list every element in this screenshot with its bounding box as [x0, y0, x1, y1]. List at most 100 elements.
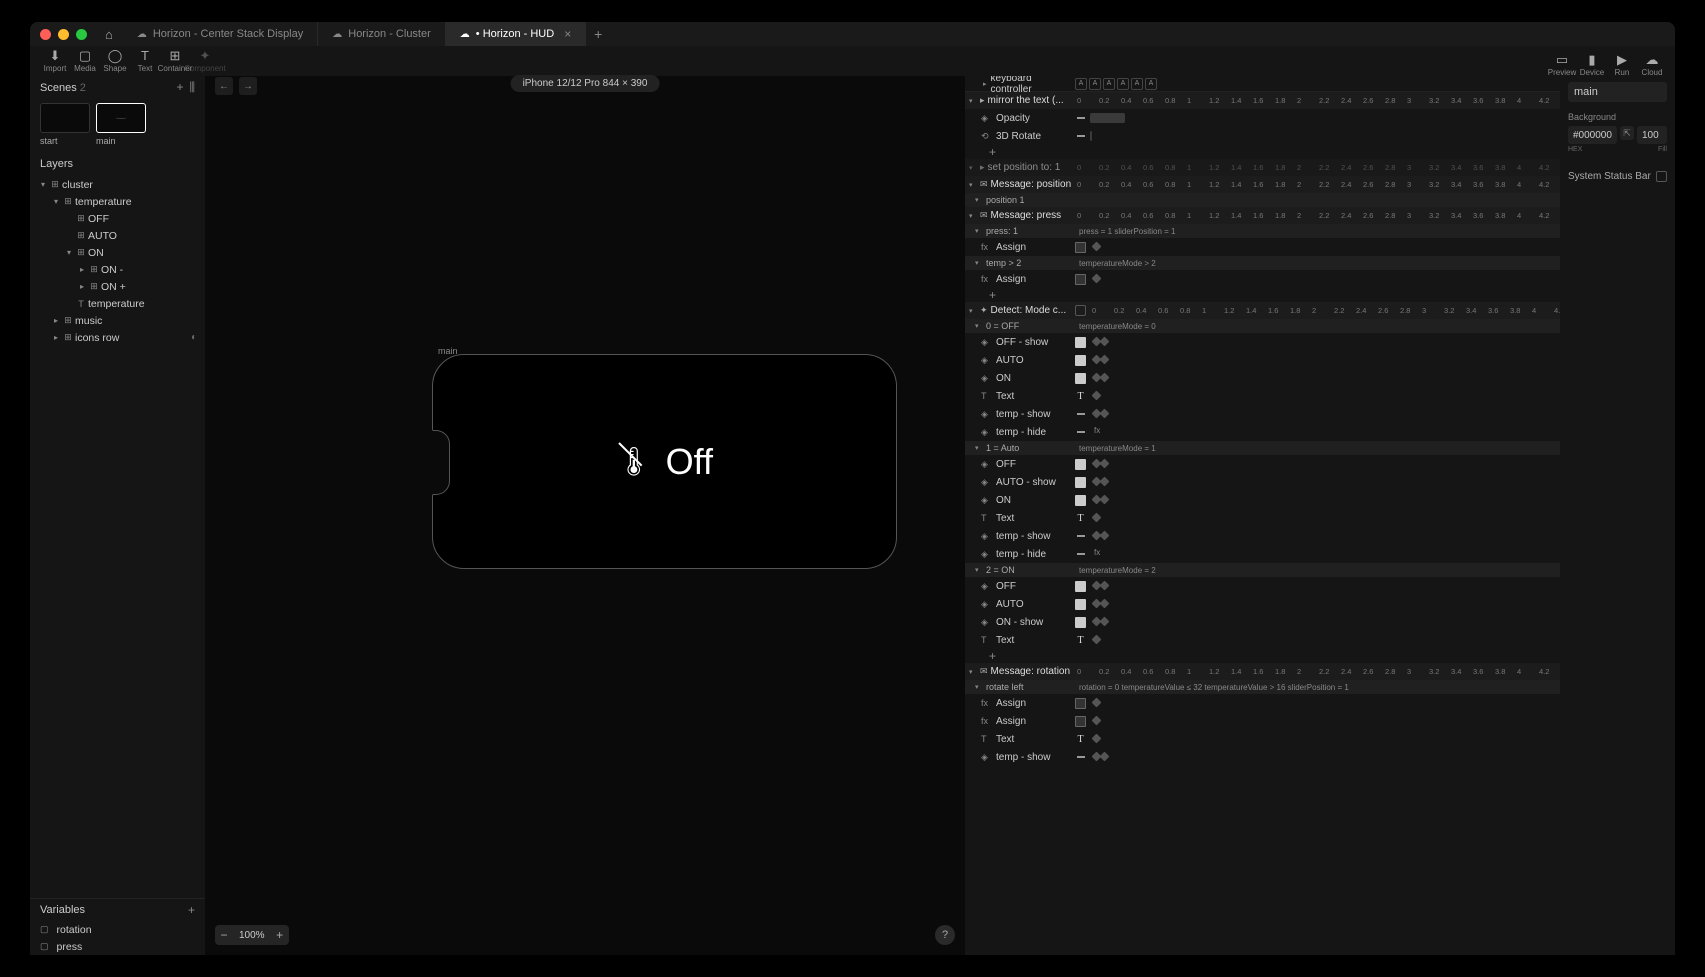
device-button[interactable]: ▮Device: [1577, 52, 1607, 77]
layer-ON[interactable]: ▾⊞ON: [30, 244, 205, 261]
background-pct-field[interactable]: 100: [1637, 126, 1667, 144]
expand-arrow[interactable]: ▾: [51, 197, 61, 206]
track-lane[interactable]: [1090, 595, 1560, 613]
keyframe[interactable]: [1100, 599, 1110, 609]
track-condition[interactable]: ▾position 1: [965, 193, 1560, 207]
time-ruler[interactable]: 00.20.40.60.811.21.41.61.822.22.42.62.83…: [1075, 159, 1560, 176]
track-toggle[interactable]: [1075, 409, 1086, 420]
media-button[interactable]: ▢Media: [70, 48, 100, 73]
variable-press[interactable]: ▢press: [30, 938, 205, 955]
maximize-window[interactable]: [76, 29, 87, 40]
track-row[interactable]: ◈AUTO: [965, 351, 1560, 369]
add-track-button[interactable]: +: [965, 145, 1560, 159]
expand-arrow[interactable]: ▾: [969, 97, 977, 105]
expand-arrow[interactable]: ▾: [969, 212, 977, 220]
track-row[interactable]: ◈temp - show: [965, 405, 1560, 423]
add-track-button[interactable]: +: [965, 288, 1560, 302]
track-lane[interactable]: [1090, 748, 1560, 766]
track-lane[interactable]: [1090, 491, 1560, 509]
track-condition[interactable]: ▾1 = AutotemperatureMode = 1: [965, 441, 1560, 455]
expand-arrow[interactable]: ▾: [975, 322, 983, 330]
track-condition[interactable]: ▾press: 1press = 1 sliderPosition = 1: [965, 224, 1560, 238]
track-row[interactable]: fxAssign: [965, 238, 1560, 256]
expand-arrow[interactable]: ▾: [969, 164, 977, 172]
cloud-button[interactable]: ☁Cloud: [1637, 52, 1667, 77]
expand-arrow[interactable]: ▾: [969, 181, 977, 189]
track-row[interactable]: ◈temp - show: [965, 527, 1560, 545]
layer-temperature[interactable]: ▾⊞temperature: [30, 193, 205, 210]
track-group[interactable]: ▾✉Message: rotation00.20.40.60.811.21.41…: [965, 663, 1560, 680]
visibility-icon[interactable]: ◐: [191, 332, 197, 343]
device-frame[interactable]: 🌡 Off: [432, 354, 897, 569]
minimize-window[interactable]: [58, 29, 69, 40]
track-toggle[interactable]: T: [1075, 635, 1086, 646]
color-picker-icon[interactable]: ⇱: [1620, 126, 1634, 140]
keyframe[interactable]: [1100, 531, 1110, 541]
time-ruler[interactable]: 00.20.40.60.811.21.41.61.822.22.42.62.83…: [1075, 663, 1560, 680]
add-variable-button[interactable]: +: [188, 903, 195, 917]
expand-arrow[interactable]: ▾: [64, 248, 74, 257]
track-lane[interactable]: [1090, 351, 1560, 369]
timeline-tracks[interactable]: ▾▸mirror the text (...00.20.40.60.811.21…: [965, 92, 1560, 955]
track-toggle[interactable]: [1075, 698, 1086, 709]
shape-button[interactable]: ◯Shape: [100, 48, 130, 73]
animation-bar[interactable]: [1090, 131, 1092, 141]
keyframe[interactable]: [1100, 355, 1110, 365]
keyframe[interactable]: [1092, 734, 1102, 744]
variable-rotation[interactable]: ▢rotation: [30, 921, 205, 938]
track-toggle[interactable]: T: [1075, 734, 1086, 745]
kb-key-5[interactable]: A: [1145, 78, 1157, 90]
track-toggle[interactable]: [1075, 531, 1086, 542]
track-toggle[interactable]: [1075, 581, 1086, 592]
zoom-in-button[interactable]: +: [271, 928, 289, 942]
zoom-value[interactable]: 100%: [233, 930, 271, 941]
keyframe[interactable]: [1092, 698, 1102, 708]
track-lane[interactable]: fx: [1090, 423, 1560, 441]
track-row[interactable]: ◈Opacity: [965, 109, 1560, 127]
track-row[interactable]: TTextT: [965, 387, 1560, 405]
track-group[interactable]: ▾▸set position to: 100.20.40.60.811.21.4…: [965, 159, 1560, 176]
keyframe[interactable]: [1092, 242, 1102, 252]
track-lane[interactable]: [1090, 455, 1560, 473]
track-toggle[interactable]: [1075, 373, 1086, 384]
expand-arrow[interactable]: ▸: [51, 333, 61, 342]
kb-key-3[interactable]: A: [1117, 78, 1129, 90]
track-row[interactable]: ⟲3D Rotate: [965, 127, 1560, 145]
track-toggle[interactable]: [1075, 113, 1086, 124]
expand-arrow[interactable]: ▸: [77, 265, 87, 274]
track-row[interactable]: TTextT: [965, 509, 1560, 527]
expand-arrow[interactable]: ▾: [975, 227, 983, 235]
kb-key-1[interactable]: A: [1089, 78, 1101, 90]
track-toggle[interactable]: [1075, 274, 1086, 285]
track-lane[interactable]: [1090, 369, 1560, 387]
time-ruler[interactable]: 00.20.40.60.811.21.41.61.822.22.42.62.83…: [1075, 176, 1560, 193]
expand-arrow[interactable]: ▾: [975, 566, 983, 574]
keyframe[interactable]: [1092, 513, 1102, 523]
import-button[interactable]: ⬇Import: [40, 48, 70, 73]
kb-key-2[interactable]: A: [1103, 78, 1115, 90]
nav-back-button[interactable]: ←: [215, 77, 233, 95]
home-icon[interactable]: ⌂: [105, 27, 113, 42]
layer-ON--[interactable]: ▸⊞ON -: [30, 261, 205, 278]
keyframe[interactable]: [1100, 409, 1110, 419]
expand-arrow[interactable]: ▾: [975, 259, 983, 267]
close-tab-icon[interactable]: ×: [564, 27, 571, 41]
track-toggle[interactable]: [1075, 355, 1086, 366]
track-toggle[interactable]: [1075, 549, 1086, 560]
tab-1[interactable]: ☁Horizon - Cluster: [318, 22, 446, 46]
device-info-pill[interactable]: iPhone 12/12 Pro 844 × 390: [511, 75, 660, 92]
track-lane[interactable]: [1090, 694, 1560, 712]
track-condition[interactable]: ▾0 = OFFtemperatureMode = 0: [965, 319, 1560, 333]
track-toggle[interactable]: T: [1075, 391, 1086, 402]
keyframe[interactable]: [1100, 373, 1110, 383]
track-lane[interactable]: [1090, 270, 1560, 288]
scene-main[interactable]: ·—·main: [96, 103, 146, 146]
add-scene-button[interactable]: +: [176, 80, 183, 95]
close-window[interactable]: [40, 29, 51, 40]
expand-arrow[interactable]: ▸: [77, 282, 87, 291]
layer-music[interactable]: ▸⊞music: [30, 312, 205, 329]
preview-button[interactable]: ▭Preview: [1547, 52, 1577, 77]
track-group[interactable]: ▾✦Detect: Mode c...00.20.40.60.811.21.41…: [965, 302, 1560, 319]
track-lane[interactable]: [1090, 109, 1560, 127]
track-lane[interactable]: [1090, 238, 1560, 256]
